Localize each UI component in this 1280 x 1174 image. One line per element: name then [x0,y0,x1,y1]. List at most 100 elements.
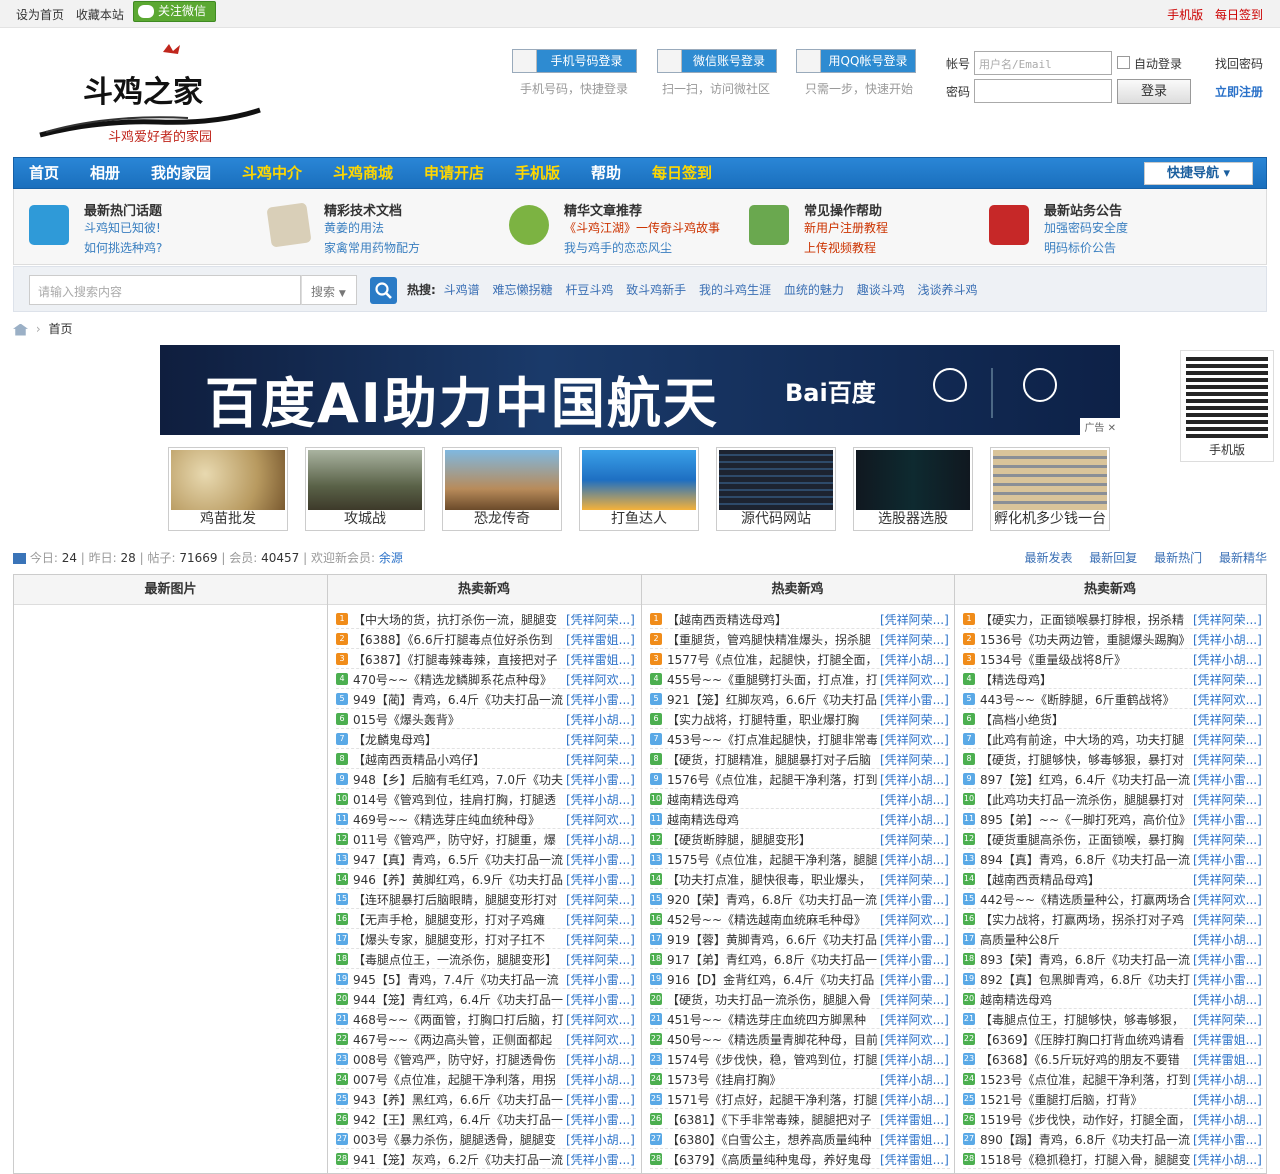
list-item[interactable]: 12 【硬货断脖腿，腿腿变形】 [凭祥阿荣...] [650,829,950,849]
list-item[interactable]: 19 945【5】青鸡，7.4斤《功夫打品一流 [凭祥小雷...] [336,969,636,989]
nav-help[interactable]: 帮助 [591,158,621,188]
list-item-title[interactable]: 942【王】黑红鸡，6.4斤《功夫打品一 [353,1111,563,1128]
list-item[interactable]: 10 越南精选母鸡 [凭祥小胡...] [650,789,950,809]
list-item-title[interactable]: 917【弟】青红鸡，6.8斤《功夫打品一 [667,951,877,968]
list-item-title[interactable]: 高质量种公8斤 [980,931,1190,948]
list-item[interactable]: 9 897【笼】红鸡，6.4斤《功夫打品一流 [凭祥小雷...] [963,769,1263,789]
list-item[interactable]: 12 011号《管鸡严，防守好，打腿重，爆 [凭祥小胡...] [336,829,636,849]
list-item-author[interactable]: [凭祥小胡...] [1193,1071,1263,1088]
list-item-author[interactable]: [凭祥小胡...] [566,1131,636,1148]
qr-code[interactable]: 手机版 [1180,350,1274,462]
list-item[interactable]: 25 1571号《打点好，起腿干净利落，打腿 [凭祥小胡...] [650,1089,950,1109]
list-item-author[interactable]: [凭祥阿荣...] [566,891,636,908]
hot-word[interactable]: 浅谈养斗鸡 [918,283,978,297]
list-item-title[interactable]: 【硬实力，正面锁喉暴打脖根，拐杀精 [980,611,1190,628]
list-item-title[interactable]: 【龙麟鬼母鸡】 [353,731,563,748]
list-item-author[interactable]: [凭祥阿欢...] [880,1031,950,1048]
list-item-title[interactable]: 1574号《步伐快，稳，管鸡到位，打腿 [667,1051,877,1068]
list-item-author[interactable]: [凭祥小雷...] [566,771,636,788]
list-item[interactable]: 20 【硬货，功夫打品一流杀伤，腿腿入骨 [凭祥阿荣...] [650,989,950,1009]
list-item[interactable]: 8 【硬货，打腿精准，腿腿暴打对子后脑 [凭祥阿荣...] [650,749,950,769]
list-item-title[interactable]: 943【养】黑红鸡，6.6斤《功夫打品一 [353,1091,563,1108]
hot-word[interactable]: 致斗鸡新手 [626,283,686,297]
list-item-author[interactable]: [凭祥小雷...] [566,1111,636,1128]
list-item[interactable]: 1 【越南西贡精选母鸡】 [凭祥阿荣...] [650,609,950,629]
list-item-author[interactable]: [凭祥小雷...] [1193,971,1263,988]
list-item-title[interactable]: 949【蔺】青鸡，6.4斤《功夫打品一流 [353,691,563,708]
list-item-author[interactable]: [凭祥阿荣...] [880,831,950,848]
list-item-title[interactable]: 003号《暴力杀伤，腿腿透骨，腿腿变 [353,1131,563,1148]
list-item-title[interactable]: 919【蓉】黄脚青鸡，6.6斤《功夫打品 [667,931,877,948]
list-item-author[interactable]: [凭祥阿荣...] [1193,751,1263,768]
list-item[interactable]: 22 467号~~《两边高头管，正侧面都起 [凭祥阿欢...] [336,1029,636,1049]
daily-sign-link[interactable]: 每日签到 [1215,8,1263,22]
list-item[interactable]: 5 443号~~《断脖腿，6斤重鹤战将》 [凭祥阿欢...] [963,689,1263,709]
info-link[interactable]: 加强密码安全度 [1044,219,1128,236]
list-item[interactable]: 22 【6369】《压脖打胸口打背血统鸡请看 [凭祥雷姐...] [963,1029,1263,1049]
list-item-title[interactable]: 1521号《重腿打后脑，打背》 [980,1091,1190,1108]
list-item[interactable]: 24 007号《点位准，起腿干净利落，用拐 [凭祥小胡...] [336,1069,636,1089]
list-item-title[interactable]: 916【D】金背红鸡，6.4斤《功夫打品 [667,971,877,988]
list-item-title[interactable]: 越南精选母鸡 [667,811,877,828]
hot-word[interactable]: 趣谈斗鸡 [857,283,905,297]
list-item-title[interactable]: 921【笼】红脚灰鸡，6.6斤《功夫打品 [667,691,877,708]
list-item[interactable]: 16 【无声手枪，腿腿变形，打对子鸡瘫 [凭祥阿荣...] [336,909,636,929]
list-item[interactable]: 17 919【蓉】黄脚青鸡，6.6斤《功夫打品 [凭祥小雷...] [650,929,950,949]
list-item[interactable]: 15 【连环腿暴打后脑眼睛，腿腿变形打对 [凭祥阿荣...] [336,889,636,909]
list-item[interactable]: 16 452号~~《精选越南血统麻毛种母》 [凭祥阿欢...] [650,909,950,929]
list-item-title[interactable]: 007号《点位准，起腿干净利落，用拐 [353,1071,563,1088]
list-item[interactable]: 14 946【养】黄脚红鸡，6.9斤《功夫打品 [凭祥小雷...] [336,869,636,889]
hot-word[interactable]: 我的斗鸡生涯 [699,283,771,297]
list-item-author[interactable]: [凭祥阿荣...] [566,611,636,628]
list-item-title[interactable]: 【6369】《压脖打胸口打背血统鸡请看 [980,1031,1190,1048]
hot-word[interactable]: 斗鸡谱 [444,283,480,297]
list-item[interactable]: 21 468号~~《两面管，打胸口打后脑，打 [凭祥阿欢...] [336,1009,636,1029]
nav-my-home[interactable]: 我的家园 [151,158,211,188]
list-item[interactable]: 10 014号《管鸡到位，挂肩打胸，打腿透 [凭祥小胡...] [336,789,636,809]
list-item[interactable]: 20 越南精选母鸡 [凭祥小胡...] [963,989,1263,1009]
list-item[interactable]: 3 1534号《重量级战将8斤》 [凭祥小胡...] [963,649,1263,669]
list-item-author[interactable]: [凭祥小胡...] [880,791,950,808]
list-item-title[interactable]: 1571号《打点好，起腿干净利落，打腿 [667,1091,877,1108]
list-item-title[interactable]: 【6380】《白雪公主，想养高质量纯种 [667,1131,877,1148]
list-item-title[interactable]: 1573号《挂肩打胸》 [667,1071,877,1088]
list-item[interactable]: 8 【硬货，打腿够快，够毒够狠，暴打对 [凭祥阿荣...] [963,749,1263,769]
list-item-author[interactable]: [凭祥雷姐...] [1193,1051,1263,1068]
list-item-title[interactable]: 【实力战将，打赢两场，拐杀打对子鸡 [980,911,1190,928]
list-item[interactable]: 7 【此鸡有前途，中大场的鸡，功夫打腿 [凭祥阿荣...] [963,729,1263,749]
list-item-title[interactable]: 1518号《稳抓稳打，打腿入骨，腿腿变 [980,1151,1190,1168]
list-item-author[interactable]: [凭祥小胡...] [566,1071,636,1088]
list-item[interactable]: 28 941【笼】灰鸡，6.2斤《功夫打品一流 [凭祥小雷...] [336,1149,636,1169]
list-item[interactable]: 6 【高档小绝货】 [凭祥阿荣...] [963,709,1263,729]
site-logo[interactable]: 斗鸡之家 斗鸡爱好者的家园 [38,40,263,145]
list-item[interactable]: 9 1576号《点位准，起腿干净利落，打到 [凭祥小胡...] [650,769,950,789]
list-item-author[interactable]: [凭祥阿欢...] [880,1011,950,1028]
list-item-author[interactable]: [凭祥小胡...] [1193,1111,1263,1128]
list-item[interactable]: 24 1523号《点位准，起腿干净利落，打到 [凭祥小胡...] [963,1069,1263,1089]
list-item-title[interactable]: 【毒腿点位王，打腿够快，够毒够狠， [980,1011,1190,1028]
list-item[interactable]: 27 【6380】《白雪公主，想养高质量纯种 [凭祥雷姐...] [650,1129,950,1149]
list-item[interactable]: 14 【功夫打点准，腿快很毒，职业爆头， [凭祥阿荣...] [650,869,950,889]
home-icon[interactable] [13,323,28,336]
list-item-title[interactable]: 1523号《点位准，起腿干净利落，打到 [980,1071,1190,1088]
list-item[interactable]: 18 【毒腿点位王，一流杀伤，腿腿变形】 [凭祥阿荣...] [336,949,636,969]
list-item[interactable]: 27 890【蹋】青鸡，6.8斤《功夫打品一流 [凭祥小雷...] [963,1129,1263,1149]
list-item[interactable]: 18 893【荣】青鸡，6.8斤《功夫打品一流 [凭祥小雷...] [963,949,1263,969]
list-item-author[interactable]: [凭祥阿荣...] [566,751,636,768]
ad-thumb[interactable]: 攻城战 [305,447,425,531]
list-item-title[interactable]: 452号~~《精选越南血统麻毛种母》 [667,911,877,928]
list-item-author[interactable]: [凭祥阿欢...] [1193,891,1263,908]
list-item-title[interactable]: 008号《管鸡严，防守好，打腿透骨伤 [353,1051,563,1068]
list-item[interactable]: 13 1575号《点位准，起腿干净利落，腿腿 [凭祥小胡...] [650,849,950,869]
list-item-title[interactable]: 450号~~《精选质量青脚花种母，目前 [667,1031,877,1048]
list-item-title[interactable]: 941【笼】灰鸡，6.2斤《功夫打品一流 [353,1151,563,1168]
list-item-title[interactable]: 【无声手枪，腿腿变形，打对子鸡瘫 [353,911,563,928]
list-item-author[interactable]: [凭祥阿荣...] [1193,731,1263,748]
list-item-title[interactable]: 455号~~《重腿劈打头面，打点准，打 [667,671,877,688]
list-item-author[interactable]: [凭祥小胡...] [880,1091,950,1108]
list-item-author[interactable]: [凭祥阿欢...] [880,731,950,748]
list-item-title[interactable]: 948【乡】后脑有毛红鸡，7.0斤《功夫 [353,771,563,788]
list-item-title[interactable]: 469号~~《精选芽庄纯血统种母》 [353,811,563,828]
new-member-link[interactable]: 余源 [379,551,403,565]
list-item-title[interactable]: 946【养】黄脚红鸡，6.9斤《功夫打品 [353,871,563,888]
